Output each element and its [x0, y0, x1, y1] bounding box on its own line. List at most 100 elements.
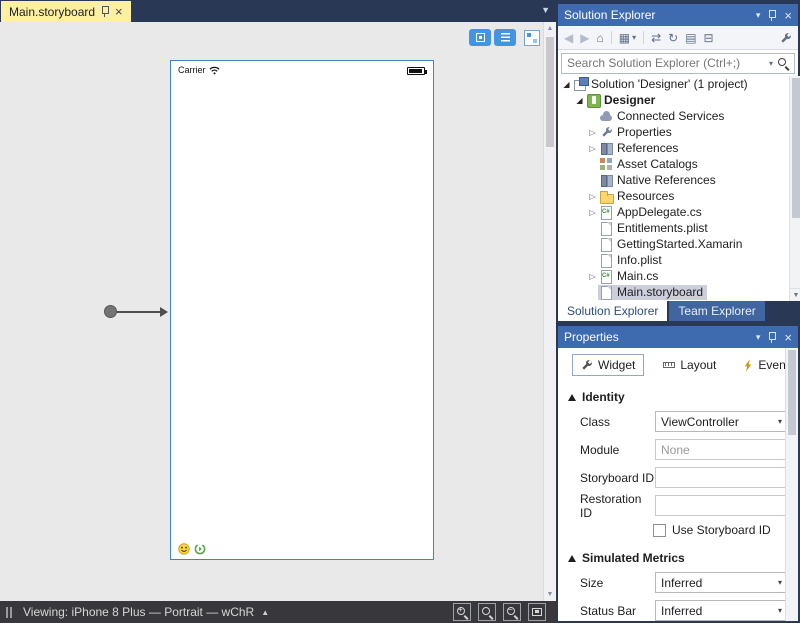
storyboard-id-input[interactable] [655, 467, 787, 488]
design-surface[interactable]: Carrier ▲ ▼ [0, 22, 556, 601]
pin-icon[interactable] [768, 10, 776, 21]
phone-status-row: Carrier [178, 65, 220, 75]
tree-item[interactable]: Native References [558, 172, 800, 188]
doc-tab[interactable]: Main.storyboard× [1, 1, 131, 22]
refresh-icon[interactable]: ↻ [668, 31, 678, 45]
show-all-files-icon[interactable]: ▤ [685, 31, 696, 45]
storyboard-entry-point[interactable] [104, 305, 172, 320]
chevron-down-icon[interactable]: ▾ [765, 59, 777, 68]
file-icon [599, 237, 614, 251]
expanded-arrow-icon[interactable]: ◢ [574, 96, 585, 105]
chevron-down-icon: ▾ [632, 33, 636, 42]
back-icon[interactable]: ◀ [564, 31, 573, 45]
close-icon[interactable]: × [784, 9, 792, 22]
folder-icon [599, 189, 614, 203]
size-combo[interactable]: Inferred▾ [655, 572, 787, 593]
forward-icon[interactable]: ▶ [580, 31, 589, 45]
designer-vertical-scrollbar[interactable]: ▲ ▼ [543, 22, 556, 601]
tree-item[interactable]: Entitlements.plist [558, 220, 800, 236]
solution-icon [573, 77, 588, 91]
status-bar-combo[interactable]: Inferred▾ [655, 600, 787, 621]
se-toolbar: ◀ ▶ ⌂ ▦▾ ⇄ ↻ ▤ ⊟ [558, 26, 798, 50]
restoration-id-input[interactable] [655, 495, 787, 516]
expanded-arrow-icon[interactable]: ◢ [561, 80, 572, 89]
section-header[interactable]: Simulated Metrics [568, 551, 798, 565]
window-position-icon[interactable]: ▾ [756, 332, 761, 343]
tree-item[interactable]: ◢Solution 'Designer' (1 project) [558, 76, 800, 92]
tab-layout[interactable]: Layout [654, 354, 725, 376]
tree-item[interactable]: ▷ AppDelegate.cs [558, 204, 800, 220]
pin-icon[interactable] [768, 332, 776, 343]
tree-item[interactable]: Connected Services [558, 108, 800, 124]
tree-item[interactable]: ▷ Main.cs [558, 268, 800, 284]
tree-item-label: Native References [617, 173, 716, 187]
tree-item[interactable]: Info.plist [558, 252, 800, 268]
tool-tab-team-explorer[interactable]: Team Explorer [669, 301, 764, 321]
sync-active-document-icon[interactable]: ⇄ [651, 31, 661, 45]
tree-item-content: Main.storyboard [598, 285, 707, 300]
collapsed-arrow-icon[interactable]: ▷ [587, 128, 598, 137]
tree-item[interactable]: ◢Designer [558, 92, 800, 108]
scroll-up-icon[interactable]: ▲ [544, 22, 556, 35]
tool-tab-solution-explorer[interactable]: Solution Explorer [558, 301, 667, 321]
class-combo[interactable]: ViewController▾ [655, 411, 787, 432]
frames-button[interactable] [494, 29, 516, 46]
exit-segue-icon[interactable] [194, 543, 206, 555]
use-storyboard-id-checkbox[interactable] [653, 524, 666, 537]
settings-wrench-icon[interactable] [780, 32, 792, 44]
close-icon[interactable]: × [115, 5, 123, 18]
tree-item[interactable]: ▷References [558, 140, 800, 156]
collapsed-arrow-icon[interactable]: ▷ [587, 144, 598, 153]
scrollbar-thumb[interactable] [788, 350, 796, 435]
property-row: Restoration ID [580, 495, 798, 516]
search-input[interactable]: Search Solution Explorer (Ctrl+;) ▾ [561, 53, 795, 74]
window-position-icon[interactable]: ▾ [756, 10, 761, 21]
tree-item[interactable]: Main.storyboard [558, 284, 800, 300]
zoom-original-button[interactable] [478, 603, 496, 621]
doc-overflow-chevron-icon[interactable]: ▼ [541, 5, 550, 15]
solution-explorer-header: Solution Explorer ▾ × [558, 4, 798, 26]
tree-item[interactable]: ▷Resources [558, 188, 800, 204]
scrollbar-thumb[interactable] [792, 78, 800, 218]
tree-item[interactable]: Asset Catalogs [558, 156, 800, 172]
home-icon[interactable]: ⌂ [596, 31, 603, 45]
scope-icon[interactable]: ▦▾ [619, 31, 636, 45]
tree-item-label: Main.cs [617, 269, 658, 283]
collapsed-arrow-icon[interactable]: ▷ [587, 192, 598, 201]
zoom-fit-button[interactable] [528, 603, 546, 621]
search-icon[interactable] [777, 57, 790, 70]
scroll-down-icon[interactable]: ▼ [790, 288, 800, 301]
panel-title: Solution Explorer [558, 8, 756, 22]
viewing-config-dropdown-icon[interactable]: ▲ [261, 608, 269, 617]
entry-point-handle-icon[interactable] [104, 305, 117, 318]
view-controller-canvas[interactable]: Carrier [170, 60, 434, 560]
close-icon[interactable]: × [784, 331, 792, 344]
scroll-down-icon[interactable]: ▼ [544, 588, 556, 601]
tree-item[interactable]: GettingStarted.Xamarin [558, 236, 800, 252]
tree-item-label: AppDelegate.cs [617, 205, 702, 219]
panel-title: Properties [558, 330, 756, 344]
properties-scrollbar[interactable] [785, 348, 798, 621]
toolbar-separator [611, 31, 612, 44]
property-row: ClassViewController▾ [580, 411, 798, 432]
scrollbar-thumb[interactable] [546, 37, 554, 147]
se-search-row: Search Solution Explorer (Ctrl+;) ▾ [558, 50, 798, 76]
collapse-all-icon[interactable]: ⊟ [704, 31, 714, 45]
module-input[interactable]: None [655, 439, 787, 460]
property-row: Storyboard ID [580, 467, 798, 488]
tree-item[interactable]: ▷Properties [558, 124, 800, 140]
collapsed-arrow-icon[interactable]: ▷ [587, 208, 598, 217]
tree-item-content: Properties [598, 125, 676, 140]
collapsed-arrow-icon[interactable]: ▷ [587, 272, 598, 281]
pin-icon[interactable] [101, 6, 109, 17]
storyboard-settings-button[interactable] [524, 30, 540, 46]
zoom-out-button[interactable]: − [503, 603, 521, 621]
tree-item-label: Main.storyboard [617, 285, 703, 299]
zoom-in-button[interactable]: + [453, 603, 471, 621]
first-responder-icon[interactable] [178, 543, 190, 555]
constraints-button[interactable] [469, 29, 491, 46]
section-header[interactable]: Identity [568, 390, 798, 404]
csharp-icon [599, 205, 614, 219]
se-scrollbar[interactable]: ▼ [789, 76, 800, 301]
tab-widget[interactable]: Widget [572, 354, 644, 376]
